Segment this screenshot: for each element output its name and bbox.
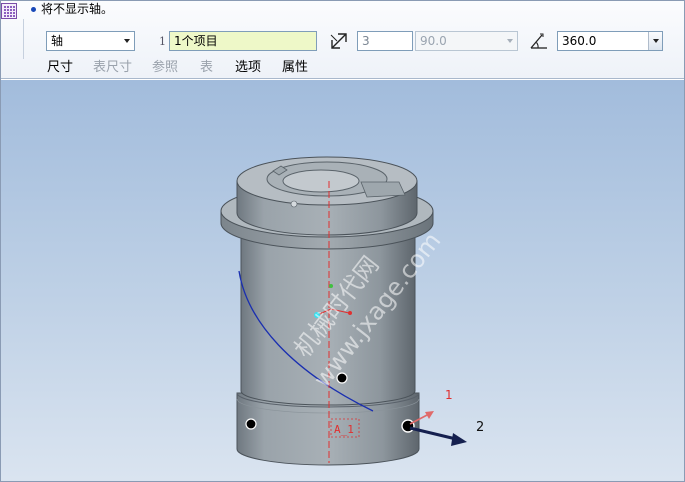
angle-extent-icon[interactable]	[529, 31, 549, 51]
pattern-grid-cell	[10, 6, 12, 8]
axis-reference-value: 1个项目	[174, 34, 218, 48]
increment-angle-value: 90.0	[420, 34, 447, 48]
pattern-grid-cell	[4, 12, 6, 14]
pattern-grid-cell	[7, 12, 9, 14]
pattern-feature-window: 将不显示轴。 轴 1 1个项目 3 90.0 360.0 尺寸 表尺寸 参照 表…	[0, 0, 685, 482]
pattern-grid-icon	[1, 3, 17, 19]
chevron-down-icon[interactable]	[503, 32, 517, 50]
pattern-grid-cell	[13, 6, 15, 8]
pattern-grid-cell	[10, 15, 12, 17]
dashboard-left-strip	[18, 19, 24, 59]
tab-properties[interactable]: 属性	[282, 59, 308, 77]
tab-table-dimensions[interactable]: 表尺寸	[93, 59, 132, 77]
pattern-grid-cell	[13, 12, 15, 14]
extent-angle-value: 360.0	[562, 34, 597, 48]
pattern-type-value: 轴	[51, 34, 64, 48]
member-count-value: 3	[362, 34, 370, 48]
tab-options[interactable]: 选项	[235, 59, 261, 77]
pattern-grid-cell	[13, 9, 15, 11]
axis-label: A_1	[334, 423, 354, 436]
pattern-grid-cell	[4, 6, 6, 8]
pattern-grid-cell	[10, 12, 12, 14]
tab-references[interactable]: 参照	[152, 59, 178, 77]
message-text: 将不显示轴。	[41, 2, 114, 16]
chevron-down-icon[interactable]	[120, 32, 134, 50]
direction-1-label: 1	[445, 388, 453, 402]
pattern-type-select[interactable]: 轴	[46, 31, 135, 51]
model-scene: 机械时代网 www.jxage.com A_1 1 2	[220, 156, 484, 466]
upper-boss	[236, 156, 418, 236]
graphics-viewport[interactable]: 机械时代网 www.jxage.com A_1 1 2	[1, 80, 684, 481]
increment-angle-input[interactable]: 90.0	[415, 31, 518, 51]
message-bullet-icon	[31, 7, 36, 12]
pattern-grid-cell	[4, 9, 6, 11]
extent-angle-input[interactable]: 360.0	[557, 31, 663, 51]
pattern-grid-cell	[13, 15, 15, 17]
pattern-grid-cell	[7, 9, 9, 11]
tab-dimensions[interactable]: 尺寸	[47, 59, 73, 77]
pattern-dashboard: 将不显示轴。 轴 1 1个项目 3 90.0 360.0 尺寸 表尺寸 参照 表…	[1, 1, 684, 79]
pattern-grid-cell	[7, 15, 9, 17]
member-count-input[interactable]: 3	[357, 31, 413, 51]
direction-2-label: 2	[476, 420, 484, 435]
pattern-grid-cell	[10, 9, 12, 11]
axis-reference-collector[interactable]: 1个项目	[169, 31, 317, 51]
reference-index: 1	[159, 35, 166, 48]
tab-table[interactable]: 表	[200, 59, 213, 77]
pattern-grid-cell	[4, 15, 6, 17]
chevron-down-icon[interactable]	[648, 32, 662, 50]
pattern-grid-cell	[7, 6, 9, 8]
flip-direction-icon[interactable]	[329, 31, 349, 51]
